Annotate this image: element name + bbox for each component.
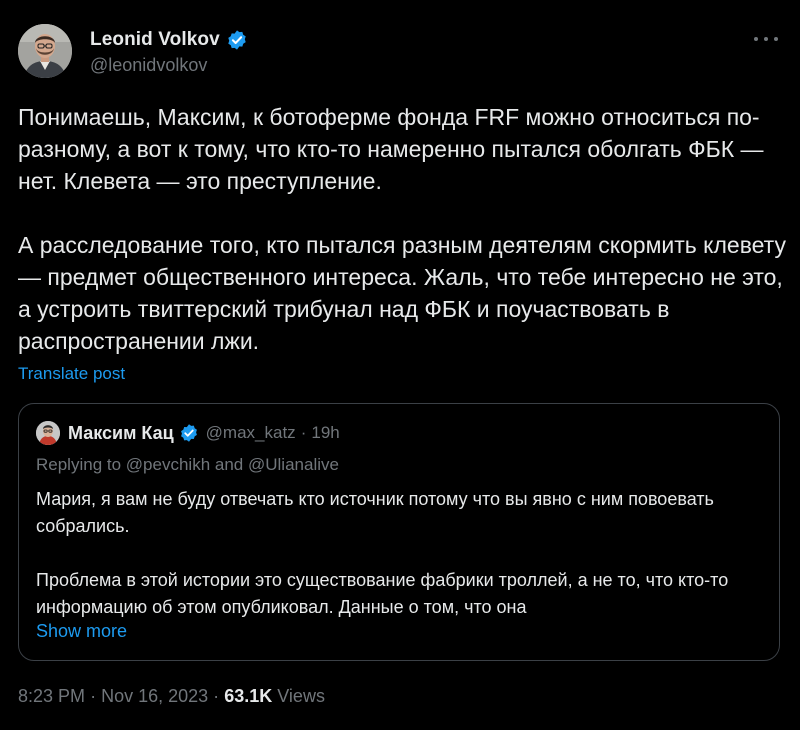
- post-time[interactable]: 8:23 PM: [18, 686, 85, 706]
- more-horizontal-icon: [754, 37, 758, 41]
- views-count: 63.1K: [224, 686, 273, 706]
- post-meta: 8:23 PM · Nov 16, 2023 · 63.1K Views: [18, 686, 325, 707]
- quote-header: Максим Кац @max_katz · 19h: [68, 420, 340, 446]
- replying-and: and: [214, 455, 244, 474]
- meta-separator: ·: [90, 686, 97, 706]
- quote-avatar-photo: [36, 421, 60, 445]
- quote-separator: ·: [300, 423, 307, 442]
- quote-author-name[interactable]: Максим Кац: [68, 423, 174, 444]
- avatar-photo: [18, 24, 72, 78]
- post-date[interactable]: Nov 16, 2023: [101, 686, 208, 706]
- post-text: Понимаешь, Максим, к ботоферме фонда FRF…: [18, 101, 788, 357]
- more-horizontal-icon-dot: [764, 37, 768, 41]
- views-label: Views: [277, 686, 325, 706]
- post-paragraph: Понимаешь, Максим, к ботоферме фонда FRF…: [18, 104, 764, 194]
- translate-post-link[interactable]: Translate post: [18, 364, 125, 384]
- quote-text: Мария, я вам не буду отвечать кто источн…: [36, 486, 761, 621]
- author-handle[interactable]: @leonidvolkov: [90, 55, 207, 76]
- quote-paragraph: Проблема в этой истории это существовани…: [36, 570, 729, 617]
- replying-mention[interactable]: @Ulianalive: [248, 455, 339, 474]
- verified-badge-icon: [226, 29, 248, 51]
- quote-paragraph: Мария, я вам не буду отвечать кто источн…: [36, 489, 714, 536]
- post-paragraph: А расследование того, кто пытался разным…: [18, 232, 786, 354]
- author-name-row: Leonid Volkov: [90, 27, 248, 53]
- quote-author-handle[interactable]: @max_katz: [206, 423, 296, 443]
- author-avatar[interactable]: [18, 24, 72, 78]
- quote-replying-to: Replying to @pevchikh and @Ulianalive: [36, 455, 339, 475]
- replying-prefix: Replying to: [36, 455, 122, 474]
- quote-verified-badge-icon: [179, 423, 199, 443]
- meta-separator: ·: [213, 686, 220, 706]
- quote-author-avatar[interactable]: [36, 421, 60, 445]
- quote-timestamp[interactable]: 19h: [311, 423, 339, 443]
- show-more-link[interactable]: Show more: [36, 621, 127, 642]
- tweet: Leonid Volkov @leonidvolkov Понимаешь, М…: [0, 0, 800, 730]
- quoted-tweet[interactable]: Максим Кац @max_katz · 19h Replying to @…: [18, 403, 780, 661]
- author-name[interactable]: Leonid Volkov: [90, 29, 220, 51]
- replying-mention[interactable]: @pevchikh: [126, 455, 210, 474]
- more-options-button[interactable]: [754, 30, 778, 48]
- more-horizontal-icon-dot: [774, 37, 778, 41]
